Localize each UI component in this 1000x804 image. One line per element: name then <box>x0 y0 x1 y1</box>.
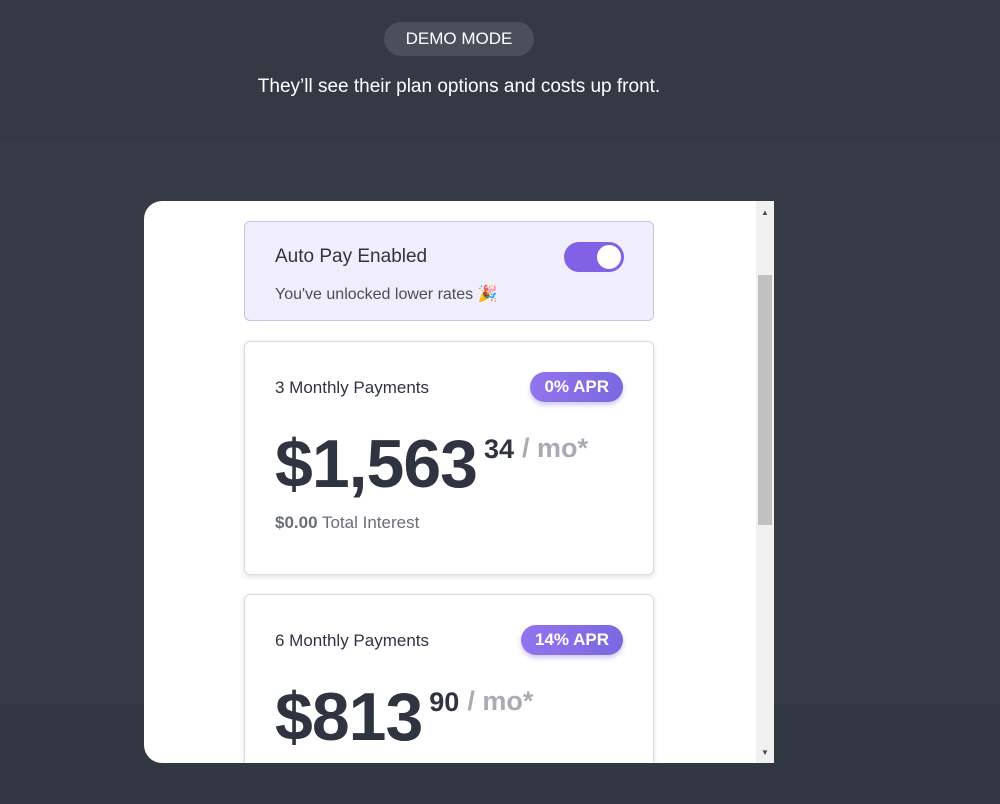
price-cents: 34 <box>483 434 515 464</box>
page-subtitle: They’ll see their plan options and costs… <box>257 76 661 97</box>
price-per-month: / mo* <box>467 686 534 716</box>
price-whole: $1,563 <box>275 426 478 502</box>
header-band <box>0 0 1000 140</box>
price-row: $813 90 / mo* <box>275 683 533 751</box>
scrollbar[interactable]: ▲ ▼ <box>756 201 774 763</box>
plan-card-6-month[interactable]: 6 Monthly Payments 14% APR $813 90 / mo* <box>244 594 654 763</box>
autopay-toggle[interactable] <box>564 242 624 272</box>
scroll-down-arrow-icon[interactable]: ▼ <box>756 743 774 761</box>
apr-badge: 14% APR <box>520 625 623 655</box>
plan-card-3-month[interactable]: 3 Monthly Payments 0% APR $1,563 34 / mo… <box>244 341 654 575</box>
interest-amount: $0.00 <box>275 513 318 532</box>
total-interest: $0.00 Total Interest <box>275 513 419 533</box>
price-per-month: / mo* <box>522 433 589 463</box>
price-cents: 90 <box>429 687 460 717</box>
apr-badge: 0% APR <box>530 372 623 402</box>
plan-title: 6 Monthly Payments <box>275 631 430 650</box>
toggle-knob <box>597 245 621 269</box>
scroll-thumb[interactable] <box>758 275 772 525</box>
demo-mode-badge: DEMO MODE <box>384 22 534 56</box>
price-row: $1,563 34 / mo* <box>275 430 588 498</box>
autopay-panel: Auto Pay Enabled You've unlocked lower r… <box>244 221 654 321</box>
autopay-subtitle: You've unlocked lower rates 🎉 <box>275 286 498 303</box>
interest-label: Total Interest <box>321 513 420 532</box>
scroll-up-arrow-icon[interactable]: ▲ <box>756 203 774 221</box>
price-whole: $813 <box>275 679 423 755</box>
plan-preview-window: Auto Pay Enabled You've unlocked lower r… <box>144 201 774 763</box>
plan-title: 3 Monthly Payments <box>275 378 430 397</box>
autopay-title: Auto Pay Enabled <box>275 246 428 267</box>
